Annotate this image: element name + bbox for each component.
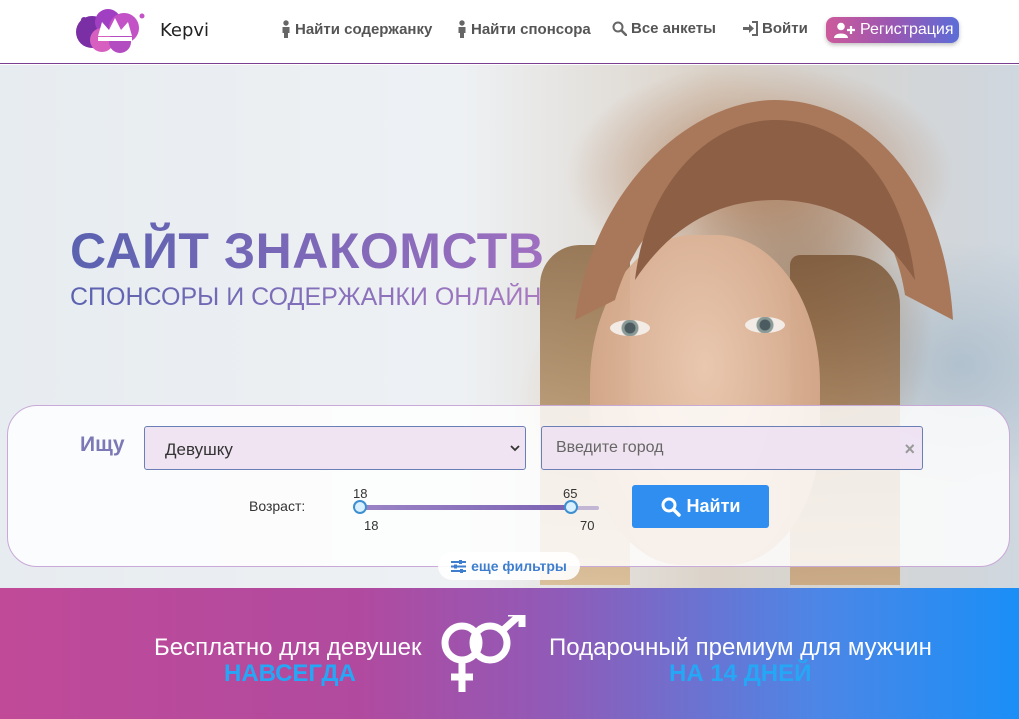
sign-in-icon [743,21,758,36]
gender-icon [441,615,526,692]
promo-girls-text: Бесплатно для девушек [154,634,422,661]
seek-select-value: Девушку [165,440,233,459]
more-filters-link[interactable]: еще фильтры [438,552,580,580]
clear-city-icon[interactable]: × [904,439,915,460]
nav-all-profiles-label: Все анкеты [631,20,716,37]
promo-band: Бесплатно для девушек НАВСЕГДА Подарочны… [0,588,1019,719]
find-button-label: Найти [686,496,741,516]
hero-title: САЙТ ЗНАКОМСТВ [70,223,545,279]
find-button[interactable]: Найти [632,485,769,528]
nav-login-label: Войти [762,20,808,37]
hero-photo-eye [610,320,650,336]
register-button[interactable]: Регистрация [826,17,959,43]
promo-men-highlight: НА 14 ДНЕЙ [669,660,812,687]
age-slider-handle-min[interactable] [353,500,367,514]
person-icon [458,20,466,38]
age-slider-range [360,505,572,510]
user-plus-icon [834,22,855,38]
nav-find-sponsor[interactable]: Найти спонсора [457,20,591,38]
hero-section: САЙТ ЗНАКОМСТВ СПОНСОРЫ И СОДЕРЖАНКИ ОНЛ… [0,65,1019,588]
seek-label: Ищу [80,433,125,456]
hero-subtitle: СПОНСОРЫ И СОДЕРЖАНКИ ОНЛАЙН [70,283,542,311]
nav-all-profiles[interactable]: Все анкеты [612,20,716,37]
hero-photo-hat [575,100,953,320]
age-label: Возраст: [249,498,306,514]
sliders-icon [451,559,467,573]
person-icon [282,20,290,38]
nav-login[interactable]: Войти [742,20,808,37]
more-filters-label: еще фильтры [471,558,567,574]
age-min-value: 18 [364,518,379,533]
search-panel: Ищу Девушку × Возраст: 18 65 18 70 Найти… [7,405,1010,580]
age-max-value: 70 [580,518,595,533]
city-input[interactable] [556,437,886,459]
brand-name[interactable]: Kepvi [160,20,209,41]
seek-select[interactable]: Девушку [144,426,526,470]
hero-photo-eye [745,317,785,333]
age-from-value: 18 [353,486,368,501]
chevron-down-icon [510,445,520,452]
register-button-label: Регистрация [860,21,954,38]
nav-find-sponsor-label: Найти спонсора [471,20,591,38]
promo-girls-highlight: НАВСЕГДА [224,660,356,687]
age-to-value: 65 [563,486,578,501]
age-slider-handle-max[interactable] [564,500,578,514]
nav-find-kept-label: Найти содержанку [295,20,433,38]
nav-find-kept[interactable]: Найти содержанку [281,20,432,38]
city-field: × [541,426,923,470]
search-icon [612,21,627,36]
site-header: Kepvi Найти содержанку Найти спонсора Вс… [0,0,1019,64]
logo-crown-icon[interactable] [72,6,152,54]
promo-men-text: Подарочный премиум для мужчин [549,634,932,661]
search-icon [661,497,681,517]
